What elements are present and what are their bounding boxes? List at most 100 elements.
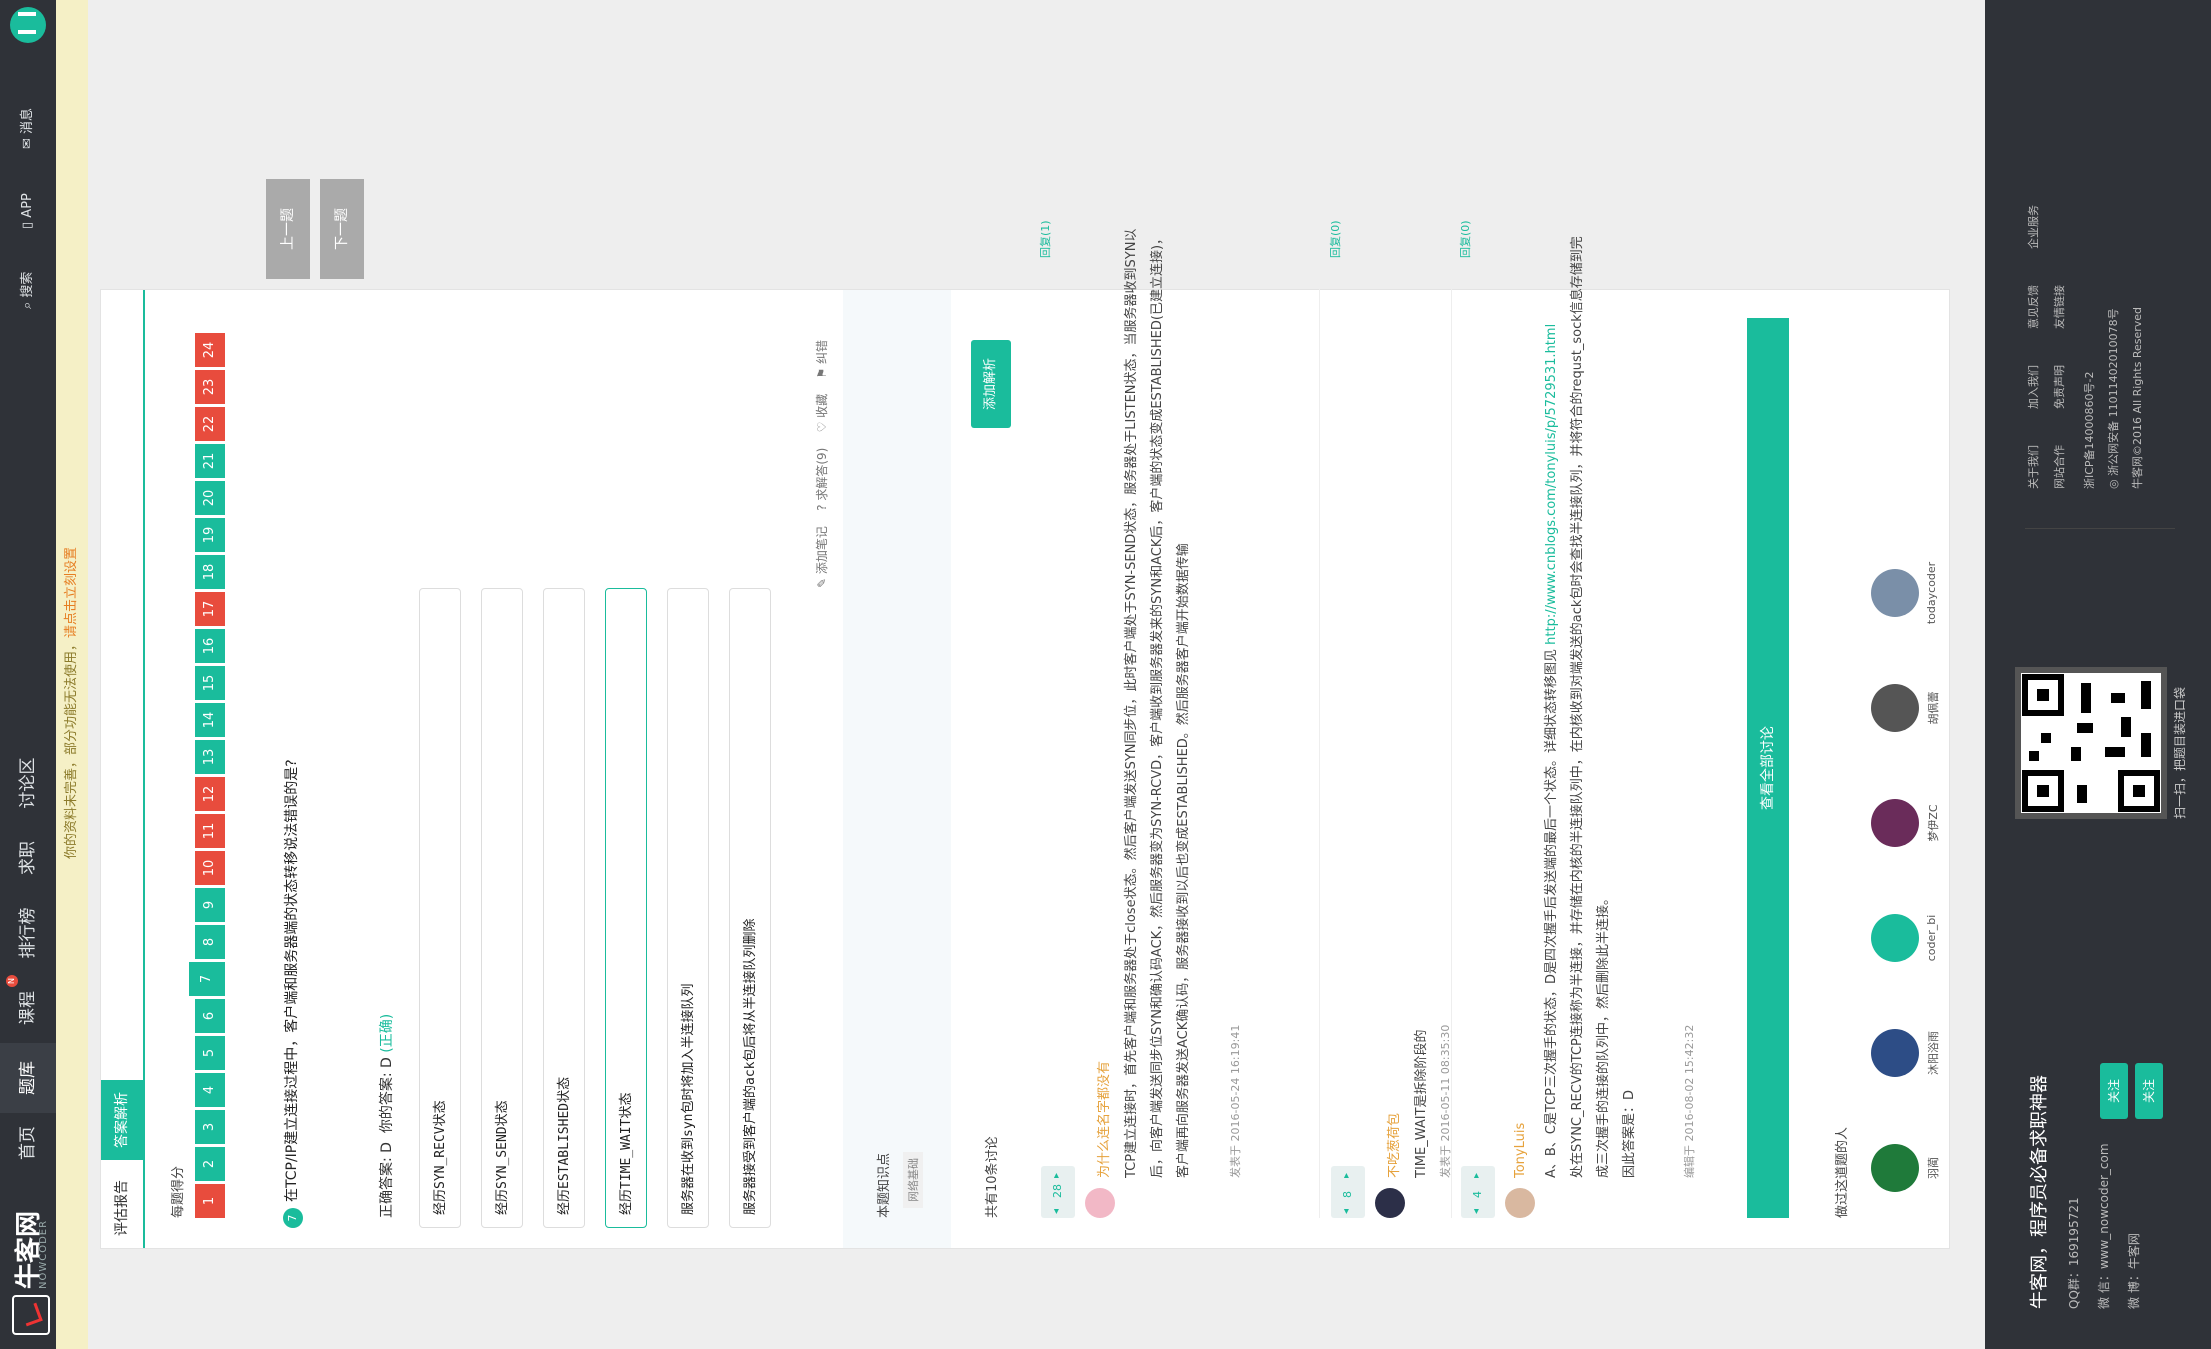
question-number-box[interactable]: 11 [195,814,225,848]
option-e[interactable]: 服务器在收到syn包时将加入半连接队列 [667,588,709,1228]
nav-course[interactable]: 课程 N [0,973,56,1043]
option-a[interactable]: 经历SYN_RECV状态 [419,588,461,1228]
commenter-avatar[interactable] [1375,1188,1405,1218]
follow-weibo-button[interactable]: 关注 [2135,1063,2163,1119]
footer-link-disclaimer[interactable]: 免责声明 [2051,365,2067,409]
messages-label: 消息 [20,107,35,134]
person-card[interactable]: coder_bi [1871,898,1938,978]
qr-caption: 扫一扫，把题目装进口袋 [2173,686,2187,819]
option-f[interactable]: 服务器接受到客户端的ack包后将从半连接队列删除 [729,588,771,1228]
question-number-box[interactable]: 13 [195,740,225,774]
question-number-box[interactable]: 21 [195,444,225,478]
vote-box[interactable]: ◂ 8 ▸ [1331,1166,1365,1218]
question-number: 7 [283,1208,303,1228]
question-number-box[interactable]: 16 [195,629,225,663]
comment-link[interactable]: http://www.cnblogs.com/tonyluis/p/572953… [1544,324,1559,645]
vote-box[interactable]: ◂ 28 ▸ [1041,1166,1075,1218]
vote-down-icon[interactable]: ◂ [1341,1209,1352,1214]
commenter-avatar[interactable] [1085,1188,1115,1218]
ask-help-label: 求解答(9) [815,447,829,501]
reply-link[interactable]: 回复(0) [1457,220,1473,258]
vote-up-icon[interactable]: ▸ [1051,1173,1062,1178]
question-number-box[interactable]: 10 [195,851,225,885]
vote-count: 8 [1341,1191,1354,1198]
nav-forum[interactable]: 讨论区 [0,743,56,823]
question-number-box[interactable]: 19 [195,518,225,552]
next-question-button[interactable]: 下一题 [320,179,364,279]
vote-down-icon[interactable]: ◂ [1051,1209,1062,1214]
footer-title: 牛客网，程序员必备求职神器 [2029,1075,2050,1309]
person-avatar [1871,799,1919,847]
nav-app[interactable]: ▯ APP [0,193,56,229]
question-number-box[interactable]: 7 [189,962,225,996]
add-analysis-button[interactable]: 添加解析 [971,340,1011,428]
question-number-box[interactable]: 12 [195,777,225,811]
person-avatar [1871,1029,1919,1077]
footer-link-about[interactable]: 关于我们 [2025,445,2041,489]
commenter-name[interactable]: TonyLuis [1513,1123,1528,1178]
ask-help-action[interactable]: ? 求解答(9) [815,448,829,511]
question-number-box[interactable]: 5 [195,1036,225,1070]
nav-messages[interactable]: ✉ 消息 [0,108,56,149]
add-note-action[interactable]: ✎ 添加笔记 [815,526,829,588]
reply-link[interactable]: 回复(0) [1327,220,1343,258]
option-b[interactable]: 经历SYN_SEND状态 [481,588,523,1228]
question-number-box[interactable]: 3 [195,1110,225,1144]
nav-ranking[interactable]: 排行榜 [0,893,56,973]
nav-search[interactable]: ⌕ 搜索 [0,272,56,309]
footer-link-feedback[interactable]: 意见反馈 [2025,285,2041,329]
vote-box[interactable]: ◂ 4 ▸ [1461,1166,1495,1218]
commenter-name[interactable]: 为什么连名字都没有 [1093,1061,1112,1178]
tab-report[interactable]: 评估报告 [101,1168,143,1248]
vote-count: 4 [1471,1191,1484,1198]
question-number-box[interactable]: 24 [195,333,225,367]
reply-link[interactable]: 回复(1) [1037,220,1053,258]
question-number-box[interactable]: 8 [195,925,225,959]
footer-police: ◎ 浙公网安备 11011402010078号 [2105,308,2121,489]
question-number-box[interactable]: 17 [195,592,225,626]
vote-down-icon[interactable]: ◂ [1471,1209,1482,1214]
question-number-box[interactable]: 1 [195,1184,225,1218]
question-number-box[interactable]: 20 [195,481,225,515]
person-card[interactable]: todaycoder [1871,553,1938,633]
person-card[interactable]: 羽蔺 [1871,1128,1941,1208]
nav-question-bank[interactable]: 题库 [0,1043,56,1113]
person-card[interactable]: 沐阳浴雨 [1871,1013,1941,1093]
question-number-box[interactable]: 9 [195,888,225,922]
user-avatar[interactable] [10,7,46,43]
question-number-box[interactable]: 15 [195,666,225,700]
footer-link-friends[interactable]: 友情链接 [2051,285,2067,329]
footer-link-join[interactable]: 加入我们 [2025,365,2041,409]
follow-wechat-button[interactable]: 关注 [2100,1063,2128,1119]
question-number-box[interactable]: 18 [195,555,225,589]
person-card[interactable]: 胡佩蕾 [1871,668,1941,748]
nav-job[interactable]: 求职 [0,823,56,893]
question-number-box[interactable]: 2 [195,1147,225,1181]
knowledge-tag[interactable]: 网络基础 [903,1152,923,1208]
nav-home[interactable]: 首页 [0,1113,56,1173]
question-number-box[interactable]: 23 [195,370,225,404]
vote-up-icon[interactable]: ▸ [1471,1173,1482,1178]
commenter-avatar[interactable] [1505,1188,1535,1218]
footer-link-enterprise[interactable]: 企业服务 [2025,205,2041,249]
commenter-name[interactable]: 不吃葱荷包 [1383,1113,1402,1178]
question-number-box[interactable]: 22 [195,407,225,441]
brand-logo[interactable]: 牛客网 NOWCODER [8,1185,50,1335]
person-card[interactable]: 梦伊ZC [1871,783,1941,863]
option-d[interactable]: 经历TIME_WAIT状态 [605,588,647,1228]
notice-link[interactable]: 请点击立刻设置 [64,547,79,638]
question-number-box[interactable]: 6 [195,999,225,1033]
prev-question-button[interactable]: 上一题 [266,179,310,279]
view-all-discussion-button[interactable]: 查看全部讨论 [1747,318,1789,1218]
vote-up-icon[interactable]: ▸ [1341,1173,1352,1178]
tab-analysis[interactable]: 答案解析 [101,1080,143,1160]
option-c[interactable]: 经历ESTABLISHED状态 [543,588,585,1228]
question-number-box[interactable]: 4 [195,1073,225,1107]
favorite-action[interactable]: ♡ 收藏 [815,394,829,433]
question-number-box[interactable]: 14 [195,703,225,737]
report-error-action[interactable]: ⚑ 纠错 [815,340,829,379]
favorite-label: 收藏 [815,393,829,418]
footer-link-partner[interactable]: 网站合作 [2051,445,2067,489]
person-avatar [1871,1144,1919,1192]
person-name: 沐阳浴雨 [1927,1031,1940,1075]
